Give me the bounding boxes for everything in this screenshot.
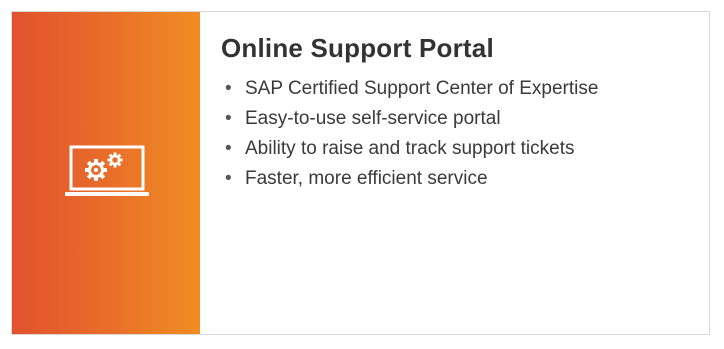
list-item: • Faster, more efficient service [221, 164, 699, 194]
list-item-text: Easy-to-use self-service portal [245, 108, 501, 129]
list-item-text: Faster, more efficient service [245, 168, 488, 189]
list-item: • SAP Certified Support Center of Expert… [221, 74, 699, 104]
card-title: Online Support Portal [221, 33, 494, 63]
bullet-glyph: • [225, 108, 232, 129]
list-item-text: Ability to raise and track support ticke… [245, 138, 575, 159]
bullet-glyph: • [225, 168, 232, 189]
list-item: • Ability to raise and track support tic… [221, 134, 699, 164]
accent-panel [12, 12, 200, 334]
laptop-gears-icon [65, 145, 149, 196]
bullet-glyph: • [225, 78, 232, 99]
feature-list: • SAP Certified Support Center of Expert… [221, 74, 699, 194]
bullet-glyph: • [225, 138, 232, 159]
list-item: • Easy-to-use self-service portal [221, 104, 699, 134]
card-content: Online Support Portal • SAP Certified Su… [221, 30, 699, 194]
list-item-text: SAP Certified Support Center of Expertis… [245, 78, 599, 99]
feature-card: Online Support Portal • SAP Certified Su… [11, 11, 710, 335]
